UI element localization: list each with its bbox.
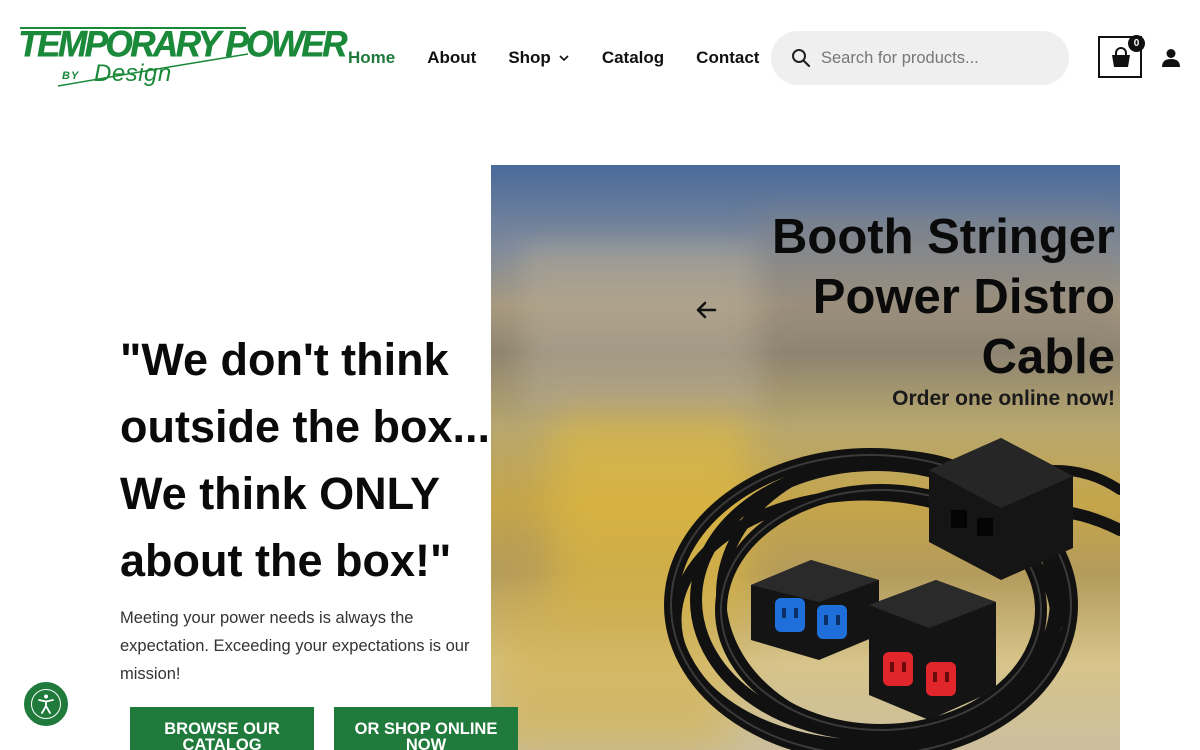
logo-design: Design — [94, 60, 172, 87]
user-icon[interactable] — [1161, 48, 1181, 68]
nav-item-about[interactable]: About — [427, 48, 476, 68]
product-search — [771, 31, 1069, 85]
chevron-down-icon — [559, 55, 569, 62]
cart-count-badge: 0 — [1128, 35, 1145, 52]
nav-item-shop-label: Shop — [508, 48, 551, 67]
search-input[interactable] — [821, 43, 1051, 73]
slide-title: Booth Stringer Power Distro Cable — [772, 210, 1115, 384]
hero-quote: "We don't think outside the box... We th… — [120, 334, 491, 586]
main-nav: Home About Shop Catalog Contact — [348, 47, 791, 69]
cart-button[interactable]: 0 — [1098, 35, 1145, 78]
site-header: TEMPORARY POWER BY Design Home About Sho… — [0, 0, 1200, 115]
nav-item-contact[interactable]: Contact — [696, 48, 759, 68]
accessibility-icon — [38, 694, 54, 714]
slide-subtitle: Order one online now! — [892, 387, 1115, 410]
accessibility-button[interactable] — [24, 682, 68, 726]
nav-item-home[interactable]: Home — [348, 48, 395, 68]
nav-item-catalog[interactable]: Catalog — [602, 48, 664, 68]
logo-wordmark: TEMPORARY POWER — [18, 24, 347, 65]
brand-logo[interactable]: TEMPORARY POWER BY Design — [18, 24, 347, 92]
browse-catalog-button[interactable]: BROWSE OUR CATALOG — [130, 707, 314, 750]
hero-lead: Meeting your power needs is always the e… — [120, 609, 470, 683]
nav-item-shop[interactable]: Shop — [508, 48, 570, 68]
logo-by: BY — [62, 70, 80, 82]
hero-slider: Booth Stringer Power Distro Cable Order … — [491, 165, 1120, 750]
shop-online-button[interactable]: OR SHOP ONLINE NOW — [334, 707, 518, 750]
shopping-bag-icon — [1112, 47, 1130, 67]
power-distro-cable-image — [664, 438, 1120, 750]
search-icon[interactable] — [791, 48, 811, 68]
